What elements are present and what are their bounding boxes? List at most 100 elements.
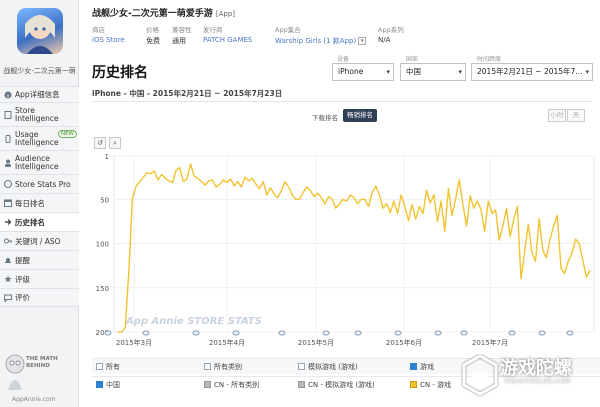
toggle-grossing[interactable]: 畅销排名 — [343, 109, 377, 122]
legend-item[interactable]: 模拟游戏 (游戏) — [298, 362, 358, 372]
key-icon — [4, 237, 12, 245]
app-icon[interactable] — [17, 8, 63, 54]
x-tick-label: 2015年6月 — [386, 338, 422, 347]
country-label: 国家 — [406, 56, 419, 63]
sidebar-item-ratings[interactable]: 评级 — [0, 269, 79, 288]
legend-item[interactable]: 中国 — [96, 380, 120, 390]
annotation-marker — [508, 330, 516, 336]
sidebar-item-reviews[interactable]: 评价 — [0, 288, 79, 307]
legend-item[interactable]: CN - 所有类别 — [204, 380, 259, 390]
annotation-marker — [460, 330, 468, 336]
checkbox[interactable] — [96, 381, 103, 388]
subheading: iPhone - 中国 - 2015年2月21日 ~ 2015年7月23日 — [92, 89, 283, 98]
meta-label: App集合 — [275, 26, 301, 34]
star-icon — [4, 275, 12, 283]
checkbox[interactable] — [204, 363, 211, 370]
sidebar-item-usage-intelligence[interactable]: Usage Intelligence NEW — [0, 126, 79, 150]
sidebar-item-alerts[interactable]: 提醒 — [0, 250, 79, 269]
checkbox[interactable] — [96, 363, 103, 370]
period-hour-button[interactable]: 小时 — [548, 109, 566, 122]
y-tick-label: 150 — [96, 285, 109, 293]
meta-value-publisher[interactable]: PATCH GAMES — [203, 36, 252, 44]
watermark-url: YOUXITUOLUO.COM — [504, 378, 571, 385]
period-day-button[interactable]: 天 — [567, 109, 585, 122]
series-swatch[interactable] — [298, 381, 305, 388]
meta-price: 价格 免费 — [146, 24, 160, 46]
device-value: iPhone — [338, 67, 364, 76]
meta-series: App系列 N/A — [378, 24, 404, 44]
meta-compat: 兼容性 通用 — [172, 24, 192, 46]
date-range-select[interactable]: 2015年2月21日 ~ 2015年7... ▾ — [471, 63, 593, 81]
annotation-marker — [538, 330, 546, 336]
logo-url[interactable]: AppAnnie.com — [12, 396, 56, 403]
legend-item[interactable]: CN - 游戏 — [410, 380, 451, 390]
logo-text: THE MATH BEHIND — [26, 356, 58, 369]
country-value: 中国 — [406, 67, 421, 76]
date-range-value: 2015年2月21日 ~ 2015年7... — [477, 67, 583, 76]
sidebar-item-app-details[interactable]: App详细信息 — [0, 86, 79, 102]
chevron-down-icon: ▾ — [585, 68, 589, 76]
meta-label: 兼容性 — [172, 26, 192, 34]
y-tick-label: 50 — [100, 196, 109, 204]
legend-label: CN - 所有类别 — [214, 381, 260, 389]
meta-value-store[interactable]: iOS Store — [92, 36, 125, 44]
comment-icon — [4, 294, 12, 303]
sidebar-item-audience-intelligence[interactable]: Audience Intelligence — [0, 150, 79, 174]
x-tick-label: 2015年3月 — [116, 338, 152, 347]
page-title: 历史排名 — [92, 65, 148, 81]
rank-chart: 1501001502002015年3月 2015年4月 2015年5月 2015年6月… — [96, 153, 595, 347]
site-watermark: 游戏陀螺 YOUXITUOLUO.COM — [458, 352, 598, 402]
calendar-icon — [4, 199, 12, 207]
annotation-marker — [232, 330, 240, 336]
sidebar-item-label: 评级 — [15, 274, 30, 284]
legend-item[interactable]: 所有类别 — [204, 362, 242, 372]
sidebar-item-store-stats-pro[interactable]: Store Stats Pro — [0, 174, 79, 193]
country-select[interactable]: 中国 ▾ — [400, 63, 466, 81]
annotation-marker — [142, 330, 150, 336]
sidebar-item-keywords-aso[interactable]: 关键词 / ASO — [0, 231, 79, 250]
sidebar-item-label: 提醒 — [15, 255, 30, 265]
meta-publisher: 发行商 PATCH GAMES — [203, 24, 252, 44]
legend-item[interactable]: 所有 — [96, 362, 120, 372]
legend-label: 所有 — [106, 363, 120, 371]
annotation-marker — [394, 330, 402, 336]
meta-value-collection[interactable]: Warship Girls (1 款App) ▾ — [275, 36, 367, 46]
meta-store: 商店 iOS Store — [92, 24, 125, 44]
sidebar-item-store-intelligence[interactable]: Store Intelligence — [0, 102, 79, 126]
chevron-down-icon[interactable]: ▾ — [358, 37, 367, 45]
legend-item[interactable]: CN - 模拟游戏 (游戏) — [298, 380, 375, 390]
app-title: 战舰少女-二次元第一萌爱手游 [App] — [92, 6, 235, 19]
toggle-downloads[interactable]: 下载排名 — [312, 112, 338, 122]
bell-icon — [4, 256, 12, 264]
chevron-down-icon: ▾ — [386, 68, 390, 76]
arrow-right-icon — [4, 218, 12, 226]
legend-item[interactable]: 游戏 — [410, 362, 434, 372]
people-icon — [4, 159, 12, 167]
series-swatch[interactable] — [204, 381, 211, 388]
sidebar-item-daily-ranks[interactable]: 每日排名 — [0, 193, 79, 212]
meta-label: App系列 — [378, 26, 404, 34]
collection-text: Warship Girls (1 款App) — [275, 37, 357, 45]
app-type-tag: [App] — [215, 10, 236, 18]
annotation-marker — [566, 330, 574, 336]
checkbox[interactable] — [410, 363, 417, 370]
new-badge: NEW — [57, 130, 77, 138]
document-icon — [4, 110, 12, 119]
chart-watermark: App Annie STORE STATS — [125, 316, 262, 327]
device-select[interactable]: iPhone ▾ — [332, 63, 394, 81]
sidebar-item-label: 每日排名 — [15, 198, 45, 208]
sidebar-item-historical-ranks[interactable]: 历史排名 — [0, 212, 79, 231]
sidebar-item-label: 历史排名 — [15, 217, 45, 227]
annotation-marker — [354, 330, 362, 336]
chevron-down-icon: ▾ — [458, 68, 462, 76]
sidebar-item-label: Audience Intelligence — [15, 153, 59, 171]
sidebar-item-label: 关键词 / ASO — [15, 236, 61, 246]
annotation-marker — [434, 330, 442, 336]
checkbox[interactable] — [298, 363, 305, 370]
series-swatch[interactable] — [410, 381, 417, 388]
app-annie-logo: THE MATH BEHIND AppAnnie.com — [4, 352, 76, 404]
date-label: 时间跨度 — [477, 56, 502, 63]
meta-value-compat: 通用 — [172, 37, 186, 45]
sidebar-nav: App详细信息 Store Intelligence Usage Intelli… — [0, 86, 79, 307]
divider — [92, 101, 592, 102]
